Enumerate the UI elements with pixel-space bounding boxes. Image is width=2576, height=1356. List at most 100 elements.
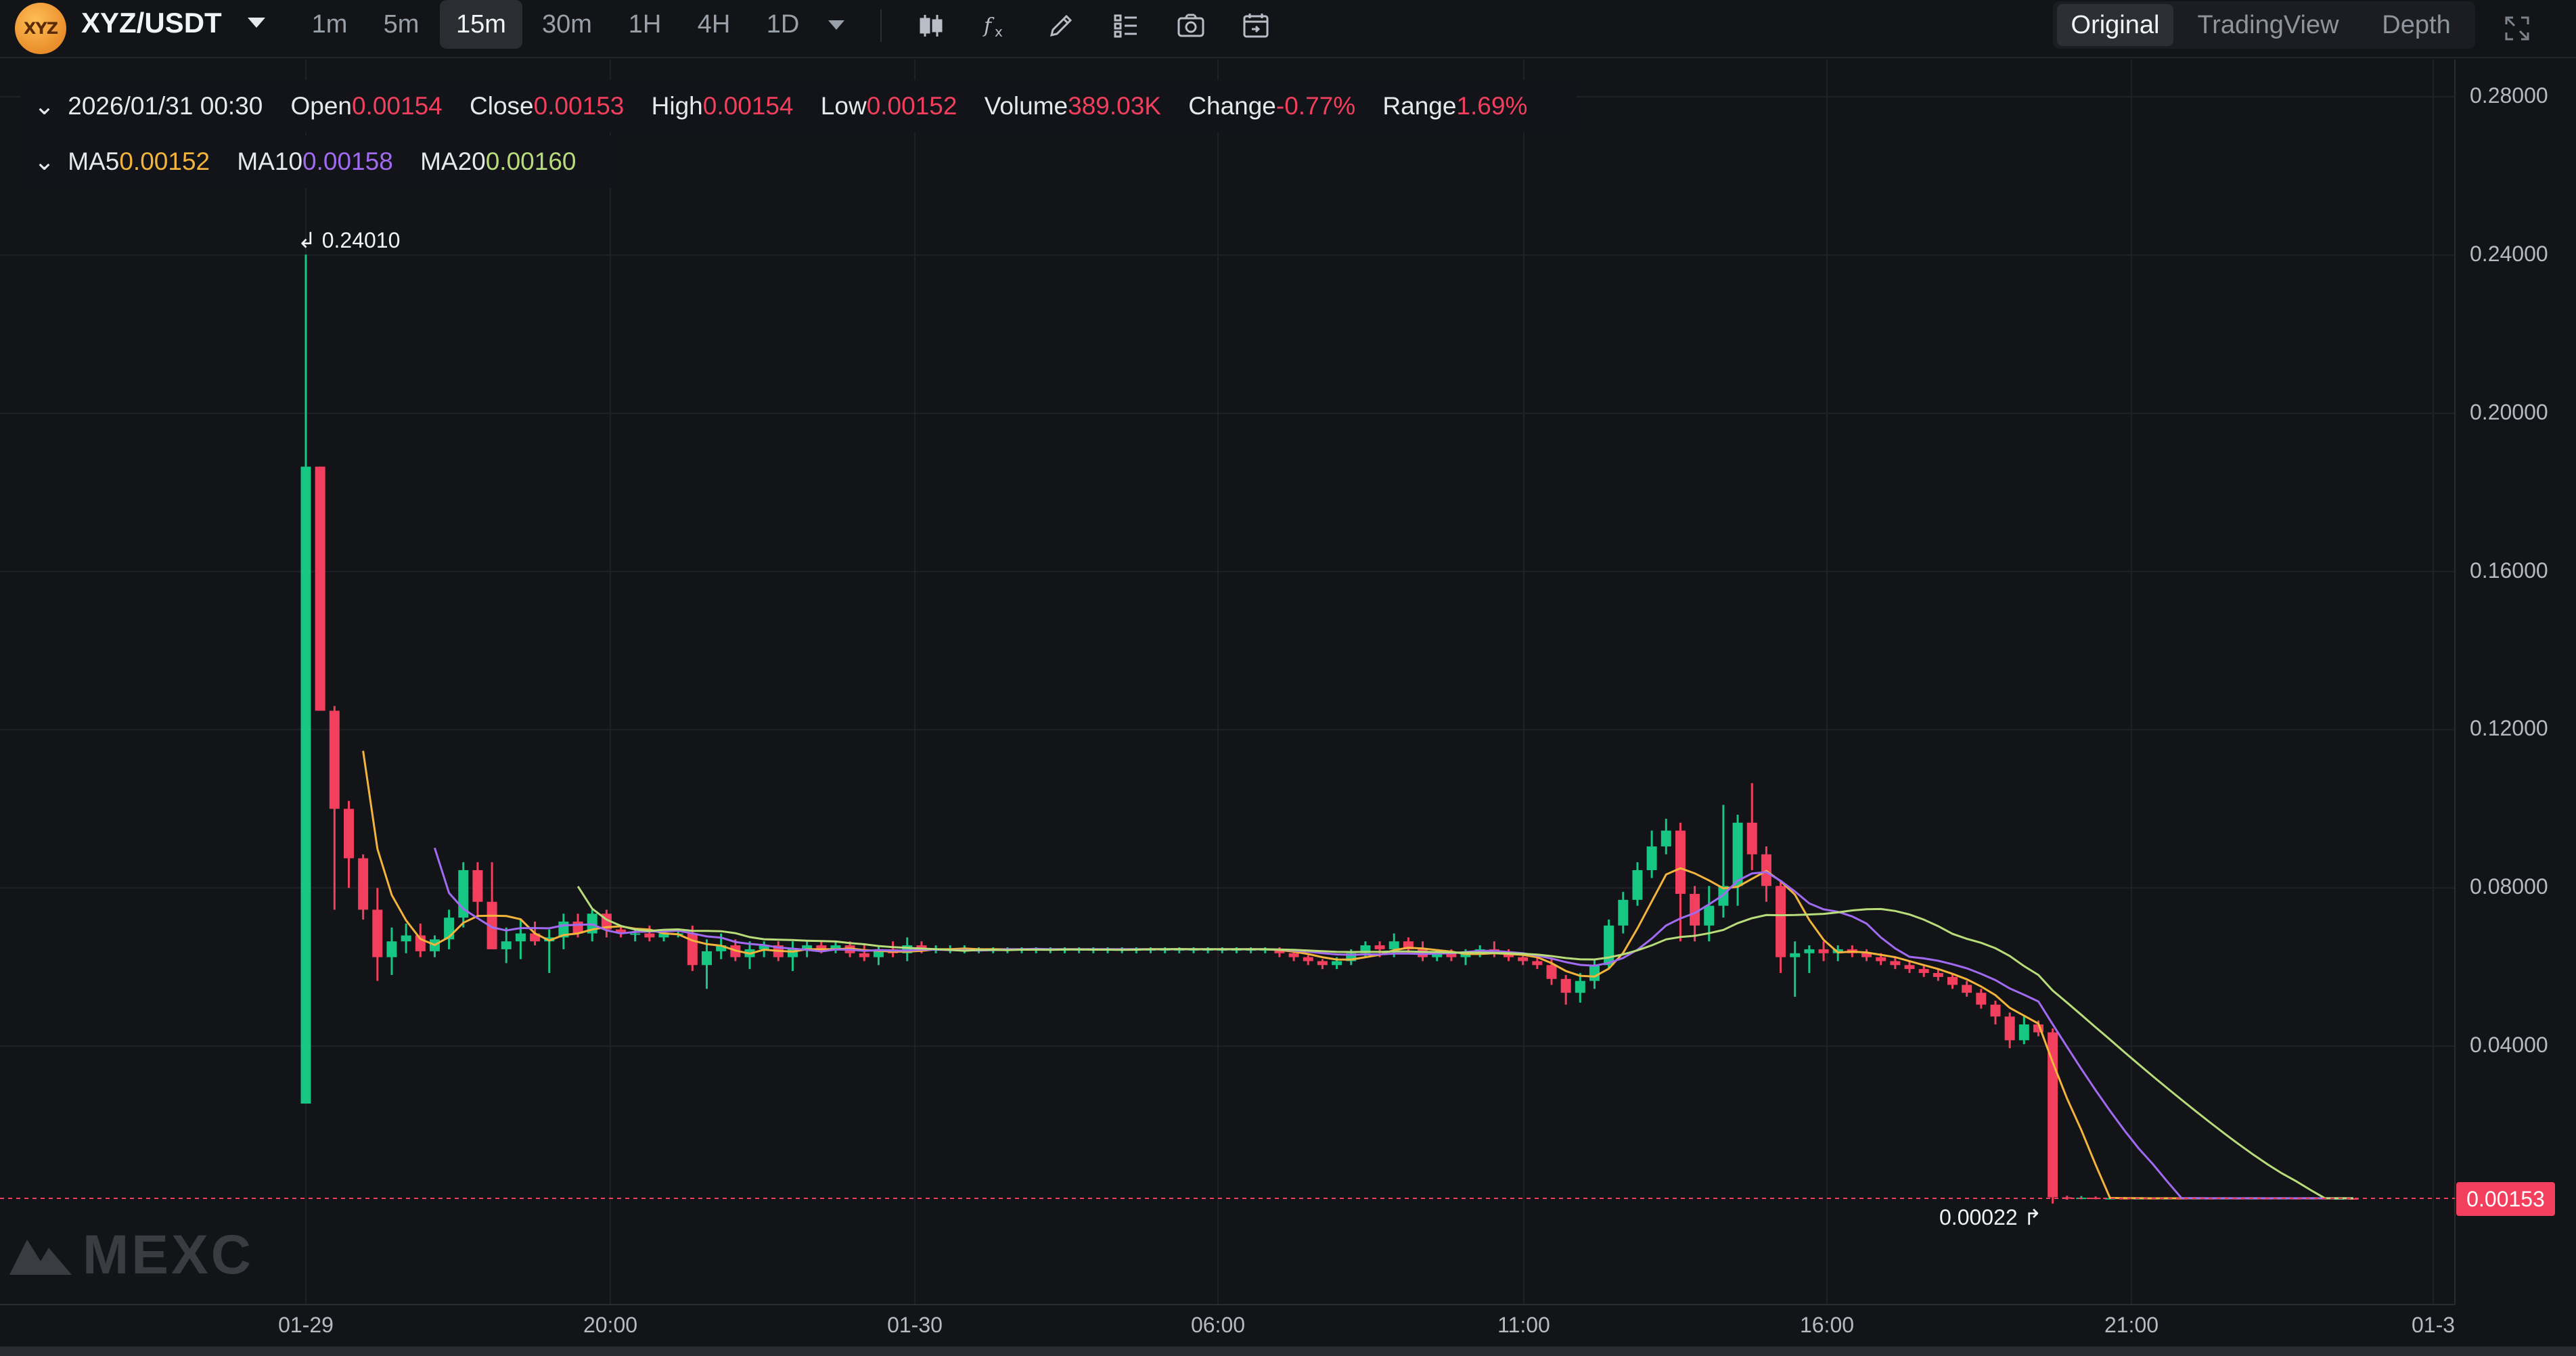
candle[interactable] (1718, 805, 1729, 918)
tab-depth[interactable]: Depth (2366, 4, 2467, 46)
pair-selector[interactable]: XYZ/USDT (81, 7, 222, 39)
timeframe-1d[interactable]: 1D (752, 0, 813, 49)
legend-low-label: Low (820, 92, 867, 120)
timeframe-4h[interactable]: 4H (683, 0, 744, 49)
candle[interactable] (1660, 818, 1671, 855)
candle[interactable] (472, 862, 483, 916)
fullscreen-icon[interactable] (2498, 9, 2536, 47)
candle[interactable] (1317, 959, 1328, 970)
candle[interactable] (515, 920, 526, 959)
candle[interactable] (343, 800, 354, 888)
legend-range-value: 1.69% (1456, 92, 1528, 120)
timeframe-1h[interactable]: 1H (614, 0, 675, 49)
candle[interactable] (1732, 815, 1743, 906)
candle[interactable] (1976, 989, 1987, 1009)
watermark-text: MEXC (83, 1224, 254, 1286)
legend-close-value: 0.00153 (533, 92, 625, 120)
legend-datetime: 2026/01/31 00:30 (68, 92, 263, 120)
ma20-label: MA20 (420, 148, 486, 175)
max-price-label: ↲ 0.24010 (298, 227, 400, 253)
candle[interactable] (1575, 972, 1585, 1003)
candle[interactable] (386, 927, 397, 975)
indicator-fx-icon[interactable]: fx (977, 7, 1015, 45)
candle[interactable] (1776, 882, 1786, 973)
candle[interactable] (2004, 1012, 2015, 1049)
legend-low-value: 0.00152 (866, 92, 957, 120)
timeframe-5m[interactable]: 5m (371, 0, 432, 49)
candle[interactable] (1962, 980, 1972, 997)
candle[interactable] (429, 935, 440, 957)
token-logo-icon: XYZ (15, 3, 66, 54)
candle[interactable] (501, 927, 512, 964)
ma5-value: 0.00152 (119, 148, 210, 175)
legend-open-value: 0.00154 (351, 92, 443, 120)
candle[interactable] (787, 941, 798, 972)
candle[interactable] (744, 941, 755, 970)
price-tick-label: 0.28000 (2470, 83, 2548, 108)
candle[interactable] (1489, 941, 1499, 957)
ma10-label: MA10 (237, 148, 303, 175)
candle[interactable] (702, 939, 713, 989)
candle[interactable] (558, 913, 569, 949)
mexc-logo-icon (9, 1240, 72, 1275)
price-tick-label: 0.12000 (2470, 716, 2548, 741)
candle[interactable] (1746, 783, 1757, 870)
time-tick-label: 01-30 (887, 1313, 943, 1337)
candle[interactable] (888, 941, 899, 957)
collapse-chevron-icon[interactable]: ⌄ (34, 80, 61, 133)
candle[interactable] (1861, 949, 1872, 962)
candle[interactable] (401, 923, 411, 953)
candle[interactable] (444, 909, 455, 949)
pair-dropdown-caret-icon[interactable] (248, 18, 265, 28)
price-tick-label: 0.04000 (2470, 1033, 2548, 1058)
timeframe-1m[interactable]: 1m (299, 0, 360, 49)
candle[interactable] (1790, 941, 1801, 997)
candle[interactable] (830, 941, 841, 953)
price-tick-label: 0.16000 (2470, 558, 2548, 583)
legend-volume-value: 389.03K (1068, 92, 1161, 120)
candle[interactable] (2018, 1016, 2029, 1045)
drawing-pencil-icon[interactable] (1042, 7, 1080, 45)
tab-tradingview[interactable]: TradingView (2190, 4, 2347, 46)
candle[interactable] (1303, 955, 1313, 966)
min-price-value: 0.00022 (1939, 1205, 2018, 1229)
candle[interactable] (372, 888, 383, 981)
candle[interactable] (1804, 945, 1815, 973)
candle[interactable] (1990, 1000, 2001, 1024)
candle[interactable] (644, 925, 655, 942)
calendar-goto-icon[interactable] (1237, 7, 1275, 45)
candle[interactable] (859, 945, 869, 962)
timeframe-30m[interactable]: 30m (529, 0, 605, 49)
candle[interactable] (873, 945, 884, 966)
candle[interactable] (487, 862, 497, 949)
ohlc-legend: ⌄ 2026/01/31 00:30 Open0.00154 Close0.00… (20, 80, 1577, 133)
ma5-label: MA5 (68, 148, 120, 175)
horizontal-scrollbar[interactable] (0, 1347, 2576, 1356)
last-price-tag: 0.00153 (2456, 1182, 2555, 1216)
candle[interactable] (358, 854, 369, 920)
ma-collapse-chevron-icon[interactable]: ⌄ (34, 135, 61, 188)
min-arrow-icon: ↱ (2023, 1205, 2042, 1229)
legend-change-value: -0.77% (1275, 92, 1356, 120)
candle[interactable] (1646, 830, 1657, 878)
candle[interactable] (315, 466, 325, 711)
more-timeframes-caret-icon[interactable] (828, 20, 844, 30)
price-tick-label: 0.08000 (2470, 874, 2548, 899)
candle-type-icon[interactable] (912, 7, 950, 45)
legend-open-label: Open (290, 92, 352, 120)
candle[interactable] (329, 706, 340, 910)
candle[interactable] (1560, 974, 1571, 1005)
timeframe-15m[interactable]: 15m (440, 0, 522, 49)
price-tick-label: 0.20000 (2470, 399, 2548, 424)
candle[interactable] (458, 862, 469, 928)
time-tick-label: 16:00 (1799, 1313, 1855, 1337)
tab-original[interactable]: Original (2057, 4, 2173, 46)
layout-grid-icon[interactable] (1107, 7, 1145, 45)
ma-legend: ⌄ MA50.00152 MA100.00158 MA200.00160 (20, 135, 616, 188)
candle[interactable] (1618, 892, 1629, 934)
candle[interactable] (544, 929, 555, 973)
camera-icon[interactable] (1172, 7, 1210, 45)
candle[interactable] (300, 254, 311, 1104)
candle[interactable] (1675, 822, 1686, 942)
candle[interactable] (1632, 862, 1643, 906)
